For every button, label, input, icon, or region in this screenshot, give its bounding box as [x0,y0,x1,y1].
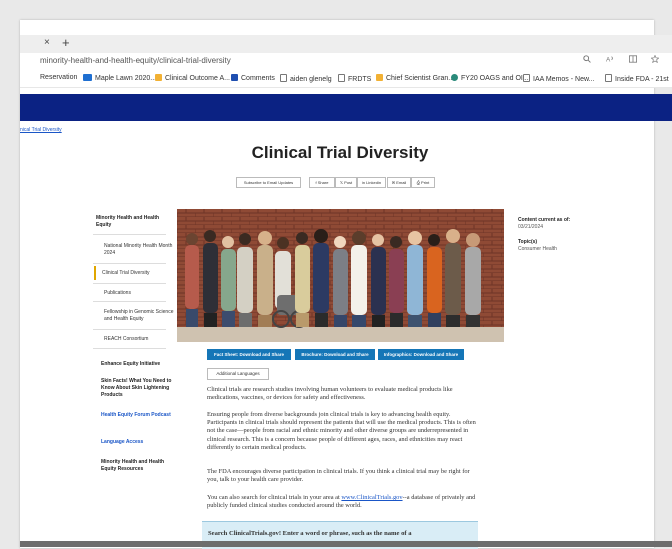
topics-label: Topic(s) [518,239,538,245]
page-icon [523,74,530,82]
search-icon[interactable] [583,55,594,66]
app-icon [451,74,458,81]
paragraph-encourage: The FDA encourages diverse participation… [207,468,470,484]
link-health-equity-podcast[interactable]: Health Equity Forum Podcast [101,412,174,419]
brochure-download-button[interactable]: Brochure: Download and Share [295,349,375,360]
doc-icon [231,74,238,81]
sidenav-section-title[interactable]: Minority Health and Health Equity [96,215,169,229]
linkedin-button[interactable]: in Linkedin [357,177,386,188]
site-nav-bar [20,94,672,121]
tab-bar: × + [20,35,672,53]
bookmark-item[interactable]: Reservation [40,74,77,81]
page-icon [605,74,612,82]
subscribe-button[interactable]: Subscribe to Email Updates [236,177,301,188]
topics-value: Consumer Health [518,246,557,252]
bookmark-item[interactable]: Comments [231,74,275,82]
page-title: Clinical Trial Diversity [251,143,429,162]
content-current-date: 03/21/2024 [518,224,544,230]
sidenav-item-clinical-trial-diversity[interactable]: Clinical Trial Diversity [94,266,167,280]
breadcrumb[interactable]: nical Trial Diversity [20,127,62,133]
bookmark-item[interactable]: FRDTS [338,74,371,83]
link-language-access[interactable]: Language Access [101,439,174,446]
bookmark-item[interactable]: FY20 OAGS and OI... [451,74,529,82]
split-screen-icon[interactable] [628,55,640,66]
bookmark-item[interactable]: Maple Lawn 2020... [83,74,156,82]
read-aloud-icon[interactable]: A [606,55,617,66]
folder-icon [376,74,383,81]
favorite-icon[interactable] [650,54,660,66]
svg-text:A: A [606,56,611,63]
bookmark-item[interactable]: Inside FDA - 21st [605,74,669,83]
paragraph-equity: Ensuring people from diverse backgrounds… [207,411,476,451]
bookmarks-bar: Reservation Maple Lawn 2020... Clinical … [20,71,672,88]
window-bottom-edge [20,541,672,547]
paragraph-search: You can also search for clinical trials … [207,494,476,510]
infographics-download-button[interactable]: Infographics: Download and Share [378,349,464,360]
folder-icon [155,74,162,81]
print-button[interactable]: ⎙ Print [411,177,435,188]
new-tab-icon[interactable]: + [62,35,70,50]
page-icon [338,74,345,82]
link-skin-facts[interactable]: Skin Facts! What You Need to Know About … [101,378,174,399]
bookmark-item[interactable]: IAA Memos - New... [523,74,594,83]
sidenav-item-national-minority-health-month[interactable]: National Minority Health Month 2024 [96,243,177,257]
address-bar[interactable]: minority-health-and-health-equity/clinic… [20,53,672,72]
email-button[interactable]: ✉ Email [387,177,411,188]
sidenav-item-fellowship[interactable]: Fellowship in Genomic Science and Health… [96,309,177,323]
content-current-label: Content current as of: [518,217,571,223]
link-minority-health-resources[interactable]: Minority Health and Health Equity Resour… [101,459,174,473]
close-tab-icon[interactable]: × [44,37,50,48]
sidenav-item-reach-consortium[interactable]: REACH Consortium [96,336,177,343]
bookmark-item[interactable]: Chief Scientist Gran... [376,74,454,82]
bookmark-item[interactable]: Clinical Outcome A... [155,74,230,82]
sidenav-item-publications[interactable]: Publications [96,290,177,297]
su-icon [83,74,92,81]
fact-sheet-download-button[interactable]: Fact Sheet: Download and Share [207,349,291,360]
share-button[interactable]: f Share [309,177,335,188]
clinicaltrials-link[interactable]: www.ClinicalTrials.gov [341,494,402,501]
search-prompt: Search ClinicalTrials.gov! Enter a word … [208,530,412,537]
url-text[interactable]: minority-health-and-health-equity/clinic… [40,56,231,65]
hero-group-photo [177,209,504,342]
additional-languages-button[interactable]: Additional Languages [207,368,269,380]
paragraph-intro: Clinical trials are research studies inv… [207,386,453,402]
post-button[interactable]: 𝕏 Post [335,177,357,188]
link-enhance-equity[interactable]: Enhance Equity Initiative [101,361,174,368]
page-icon [280,74,287,82]
bookmark-item[interactable]: aiden glenelg [280,74,332,83]
